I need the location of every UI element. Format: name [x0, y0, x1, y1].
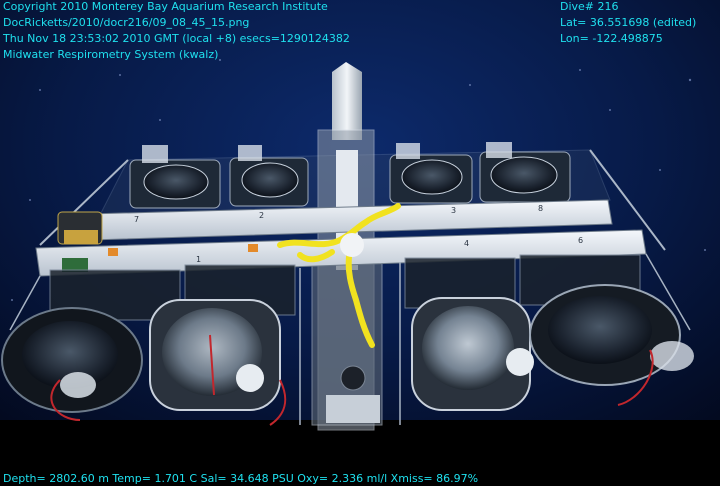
image-path-line: DocRicketts/2010/docr216/09_08_45_15.png: [3, 16, 250, 29]
sensor-readout: Depth= 2802.60 m Temp= 1.701 C Sal= 34.6…: [3, 472, 479, 485]
longitude: Lon= -122.498875: [560, 32, 663, 45]
rail-label-4: 4: [464, 239, 469, 248]
overlay-bottom: Depth= 2802.60 m Temp= 1.701 C Sal= 34.6…: [3, 471, 478, 486]
chamber-front-3: [411, 297, 534, 411]
rail-label-1: 1: [196, 255, 201, 264]
subject-line: Midwater Respirometry System (kwalz): [3, 48, 219, 61]
rail-label-7: 7: [134, 215, 139, 224]
orange-tag: [108, 248, 118, 256]
chamber-front-1: [1, 307, 143, 413]
rail-label-6: 6: [578, 236, 583, 245]
copyright-line: Copyright 2010 Monterey Bay Aquarium Res…: [3, 0, 328, 13]
white-float: [340, 233, 364, 257]
rail-label-8: 8: [538, 204, 543, 213]
latitude: Lat= 36.551698 (edited): [560, 16, 697, 29]
overlay-top-left: Copyright 2010 Monterey Bay Aquarium Res…: [3, 0, 350, 63]
rail-label-3: 3: [451, 206, 456, 215]
underwater-scene: 7 2 3 8 1 4 6: [0, 0, 720, 486]
dive-number: Dive# 216: [560, 0, 619, 13]
video-frame: 7 2 3 8 1 4 6 Copyright 2010 Monterey Ba…: [0, 0, 720, 486]
rail-label-2: 2: [259, 211, 264, 220]
timestamp-line: Thu Nov 18 23:53:02 2010 GMT (local +8) …: [3, 32, 350, 45]
chamber-front-2: [149, 299, 281, 411]
orange-tag: [248, 244, 258, 252]
overlay-top-right: Dive# 216 Lat= 36.551698 (edited) Lon= -…: [560, 0, 696, 47]
